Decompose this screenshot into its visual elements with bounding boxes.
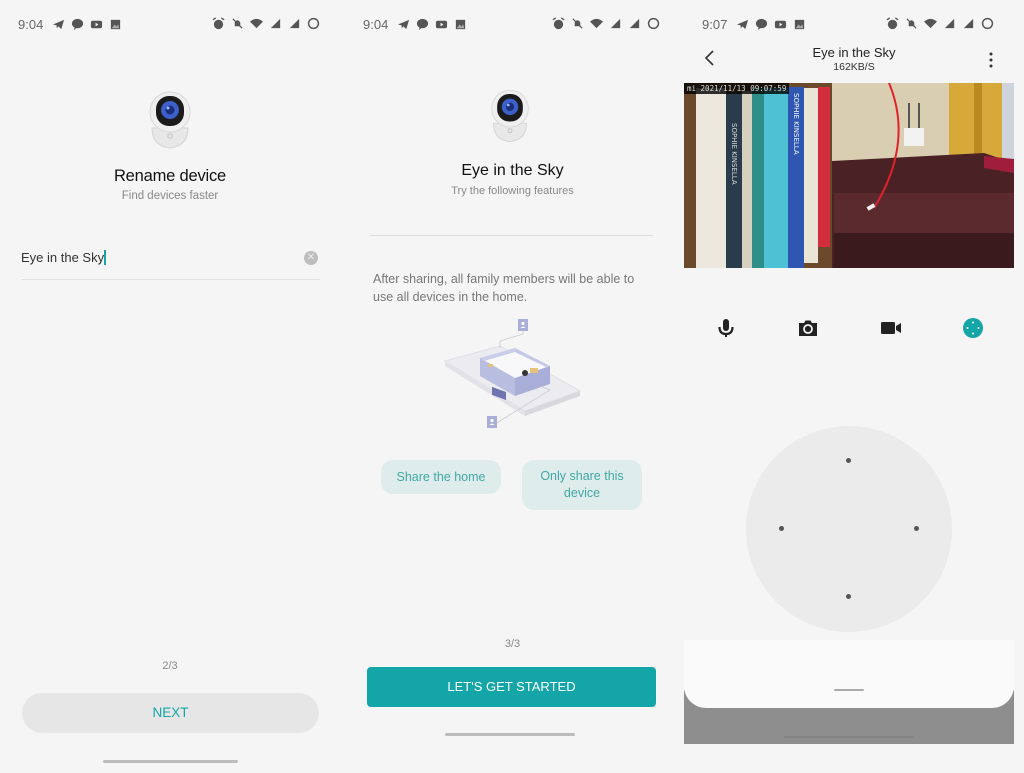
share-description: After sharing, all family members will b… [373,272,635,304]
battery-ring-icon [647,17,660,30]
signal-icon [270,18,281,29]
top-nav-bar: Eye in the Sky 162KB/S [684,40,1024,84]
device-name-value[interactable]: Eye in the Sky [21,250,104,265]
device-title: Eye in the Sky [812,45,896,60]
wifi-icon [250,18,263,29]
camera-icon[interactable] [796,316,820,340]
chat-bubble-icon [755,18,768,31]
share-home-button[interactable]: Share the home [381,460,501,494]
page-subtitle: Try the following features [451,185,574,197]
youtube-icon [774,20,787,29]
status-time: 9:04 [363,17,389,32]
bottom-sheet[interactable] [684,640,1014,708]
camera-controls [684,316,1024,340]
sheet-drag-handle[interactable] [834,689,864,691]
device-title: Eye in the Sky [461,162,564,179]
alarm-icon [212,17,225,30]
page-title: Rename device [113,167,227,185]
alarm-icon [886,17,899,30]
signal-icon [610,18,621,29]
camera-live-view-screen: 9:07 Eye in the Sky 162KB/S SOPHIE KINSE… [684,0,1024,773]
get-started-button[interactable]: LET'S GET STARTED [367,667,656,707]
gallery-icon [794,19,805,30]
chat-bubble-icon [71,18,84,31]
camera-device-image [146,88,194,152]
signal-icon [289,18,300,29]
text-caret [104,250,106,265]
home-sharing-illustration [440,316,590,446]
signal-icon [944,18,955,29]
page-indicator: 3/3 [504,638,521,650]
status-bar: 9:04 [345,14,680,36]
bell-muted-icon [572,18,583,29]
video-timestamp: mi 2021/11/13 09:07:59 [684,83,790,94]
status-time: 9:04 [18,17,44,32]
battery-ring-icon [981,17,994,30]
gallery-icon [455,19,466,30]
bell-muted-icon [232,18,243,29]
telegram-icon [52,19,65,30]
stream-speed: 162KB/S [833,61,875,73]
chat-bubble-icon [416,18,429,31]
signal-icon [963,18,974,29]
tilt-down-dot[interactable] [846,594,851,599]
camera-frame: SOPHIE KINSELLA SOPHIE KINSELLA [684,83,1014,268]
ptz-control-icon[interactable] [961,316,985,340]
tilt-up-dot[interactable] [846,458,851,463]
microphone-icon[interactable] [714,316,738,340]
gesture-bar[interactable] [445,733,575,736]
status-bar: 9:07 [684,14,1024,36]
share-device-screen: 9:04 Eye in the Sky Try the following fe… [345,0,680,773]
svg-text:SOPHIE KINSELLA: SOPHIE KINSELLA [730,123,738,185]
youtube-icon [90,20,103,29]
next-button[interactable]: NEXT [22,693,319,733]
video-record-icon[interactable] [879,316,903,340]
wifi-icon [924,18,937,29]
divider [370,235,653,236]
live-video-feed[interactable]: SOPHIE KINSELLA SOPHIE KINSELLA mi 2021/… [684,83,1014,268]
gallery-icon [110,19,121,30]
pan-tilt-joystick[interactable] [746,426,952,632]
page-indicator: 2/3 [162,660,178,672]
pan-left-dot[interactable] [779,526,784,531]
battery-ring-icon [307,17,320,30]
rename-device-screen: 9:04 Rename device Find devices faster E… [0,0,340,773]
youtube-icon [435,20,448,29]
camera-device-image [488,86,532,146]
signal-icon [629,18,640,29]
telegram-icon [736,19,749,30]
svg-text:SOPHIE KINSELLA: SOPHIE KINSELLA [792,93,800,155]
status-time: 9:07 [702,17,728,32]
device-name-input[interactable]: Eye in the Sky ✕ [21,244,320,280]
more-options-icon[interactable] [986,50,996,70]
bell-muted-icon [906,18,917,29]
status-bar: 9:04 [0,14,340,36]
telegram-icon [397,19,410,30]
gesture-bar[interactable] [784,736,914,738]
wifi-icon [590,18,603,29]
alarm-icon [552,17,565,30]
gesture-bar[interactable] [103,760,238,763]
pan-right-dot[interactable] [914,526,919,531]
share-device-only-button[interactable]: Only share this device [522,460,642,510]
clear-input-icon[interactable]: ✕ [304,251,318,265]
page-subtitle: Find devices faster [121,190,219,202]
